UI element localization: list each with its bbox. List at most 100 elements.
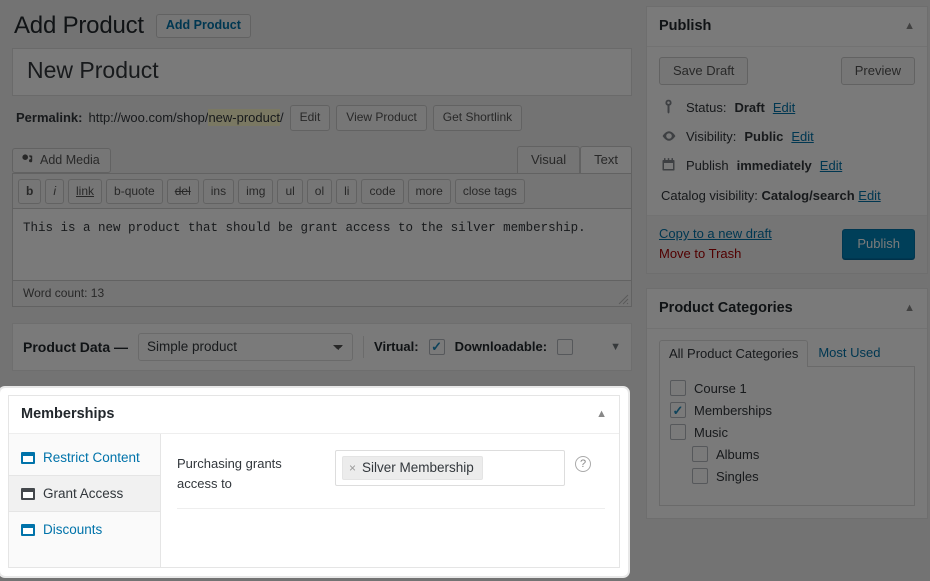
- media-icon: [21, 153, 35, 167]
- list-item[interactable]: Singles: [670, 465, 904, 487]
- tab-all-product-categories[interactable]: All Product Categories: [659, 340, 808, 367]
- publish-header: Publish ▲: [647, 7, 927, 47]
- post-title-input[interactable]: [21, 52, 623, 92]
- status-label: Status:: [686, 100, 726, 115]
- copy-to-new-draft-link[interactable]: Copy to a new draft: [659, 226, 772, 241]
- categories-header: Product Categories ▲: [647, 289, 927, 329]
- save-draft-button[interactable]: Save Draft: [659, 57, 748, 85]
- permalink-value: http://woo.com/shop/new-product/: [88, 110, 283, 125]
- quicktag-i[interactable]: i: [45, 179, 64, 204]
- virtual-label: Virtual:: [374, 339, 419, 354]
- quicktag-ins[interactable]: ins: [203, 179, 234, 204]
- product-type-select[interactable]: Simple product: [138, 333, 353, 361]
- help-icon[interactable]: ?: [575, 456, 591, 472]
- resize-handle-icon[interactable]: [617, 293, 629, 305]
- list-item[interactable]: Course 1: [670, 377, 904, 399]
- quicktag-more[interactable]: more: [408, 179, 451, 204]
- category-label: Albums: [716, 447, 759, 462]
- product-categories-box: Product Categories ▲ All Product Categor…: [646, 288, 928, 519]
- tab-most-used[interactable]: Most Used: [808, 339, 890, 366]
- window-icon: [21, 524, 35, 536]
- category-checkbox-course-1[interactable]: [670, 380, 686, 396]
- category-checkbox-memberships[interactable]: [670, 402, 686, 418]
- publish-title: Publish: [659, 18, 711, 34]
- schedule-label: Publish: [686, 158, 729, 173]
- catalog-label: Catalog visibility:: [661, 188, 758, 203]
- chevron-up-icon[interactable]: ▲: [904, 20, 915, 32]
- list-item[interactable]: Music: [670, 421, 904, 443]
- list-item[interactable]: Albums: [670, 443, 904, 465]
- close-icon[interactable]: ×: [349, 462, 356, 474]
- memberships-tab-list: Restrict Content Grant Access Discounts: [9, 434, 161, 567]
- virtual-checkbox[interactable]: [429, 339, 445, 355]
- tab-discounts[interactable]: Discounts: [9, 512, 160, 547]
- view-product-button[interactable]: View Product: [336, 105, 426, 131]
- category-checkbox-music[interactable]: [670, 424, 686, 440]
- memberships-title: Memberships: [21, 406, 114, 422]
- memberships-box: Memberships ▲ Restrict Content Grant Acc…: [8, 395, 620, 568]
- add-media-button[interactable]: Add Media: [12, 148, 111, 173]
- membership-plans-select[interactable]: × Silver Membership: [335, 450, 565, 486]
- selected-plan-token[interactable]: × Silver Membership: [342, 456, 483, 480]
- quicktag-b-quote[interactable]: b-quote: [106, 179, 163, 204]
- page-header: Add Product Add Product: [12, 6, 632, 46]
- quicktag-del[interactable]: del: [167, 179, 199, 204]
- editor-status-bar: Word count: 13: [12, 281, 632, 307]
- tab-label: Discounts: [43, 522, 102, 537]
- edit-schedule-link[interactable]: Edit: [820, 158, 842, 173]
- eye-icon: [661, 128, 678, 145]
- plan-label: Silver Membership: [362, 460, 474, 475]
- schedule-value: immediately: [737, 158, 812, 173]
- quicktag-li[interactable]: li: [336, 179, 357, 204]
- edit-status-link[interactable]: Edit: [773, 100, 795, 115]
- list-item[interactable]: Memberships: [670, 399, 904, 421]
- status-value: Draft: [734, 100, 764, 115]
- tab-text[interactable]: Text: [580, 146, 632, 173]
- add-media-label: Add Media: [40, 153, 100, 167]
- tab-grant-access[interactable]: Grant Access: [9, 475, 160, 512]
- visibility-row: Visibility: Public Edit: [647, 122, 927, 151]
- categories-list[interactable]: Course 1 Memberships Music Albums: [659, 366, 915, 506]
- move-to-trash-link[interactable]: Move to Trash: [659, 246, 772, 261]
- editor-textarea[interactable]: This is a new product that should be gra…: [12, 209, 632, 281]
- window-icon: [21, 488, 35, 500]
- publish-footer: Copy to a new draft Move to Trash Publis…: [647, 216, 927, 273]
- get-shortlink-button[interactable]: Get Shortlink: [433, 105, 522, 131]
- footer-links: Copy to a new draft Move to Trash: [659, 226, 772, 261]
- catalog-value: Catalog/search: [761, 188, 854, 203]
- visibility-value: Public: [744, 129, 783, 144]
- quicktag-link[interactable]: link: [68, 179, 102, 204]
- category-label: Course 1: [694, 381, 747, 396]
- quicktag-img[interactable]: img: [238, 179, 273, 204]
- memberships-header: Memberships ▲: [9, 396, 619, 434]
- quicktag-ul[interactable]: ul: [277, 179, 302, 204]
- quicktag-ol[interactable]: ol: [307, 179, 332, 204]
- key-icon: [661, 99, 678, 116]
- permalink-slug[interactable]: new-product: [208, 109, 280, 126]
- category-label: Memberships: [694, 403, 772, 418]
- downloadable-checkbox[interactable]: [557, 339, 573, 355]
- chevron-down-icon[interactable]: ▼: [610, 341, 621, 353]
- chevron-up-icon[interactable]: ▲: [904, 302, 915, 314]
- category-checkbox-singles[interactable]: [692, 468, 708, 484]
- preview-button[interactable]: Preview: [841, 57, 915, 85]
- edit-visibility-link[interactable]: Edit: [791, 129, 813, 144]
- edit-permalink-button[interactable]: Edit: [290, 105, 331, 131]
- grant-access-field-row: Purchasing grants access to × Silver Mem…: [177, 450, 605, 494]
- divider: [363, 336, 364, 358]
- grant-access-panel: Purchasing grants access to × Silver Mem…: [161, 434, 619, 567]
- status-row: Status: Draft Edit: [647, 93, 927, 122]
- publish-button[interactable]: Publish: [842, 229, 915, 259]
- chevron-up-icon[interactable]: ▲: [596, 408, 607, 420]
- tab-restrict-content[interactable]: Restrict Content: [9, 440, 160, 475]
- permalink-tail: /: [280, 110, 284, 125]
- tab-label: Grant Access: [43, 486, 123, 501]
- quicktag-close-tags[interactable]: close tags: [455, 179, 525, 204]
- quicktag-code[interactable]: code: [361, 179, 403, 204]
- add-product-button[interactable]: Add Product: [156, 14, 251, 39]
- categories-title: Product Categories: [659, 300, 793, 316]
- category-checkbox-albums[interactable]: [692, 446, 708, 462]
- quicktag-b[interactable]: b: [18, 179, 41, 204]
- tab-visual[interactable]: Visual: [517, 146, 580, 173]
- edit-catalog-link[interactable]: Edit: [858, 188, 880, 203]
